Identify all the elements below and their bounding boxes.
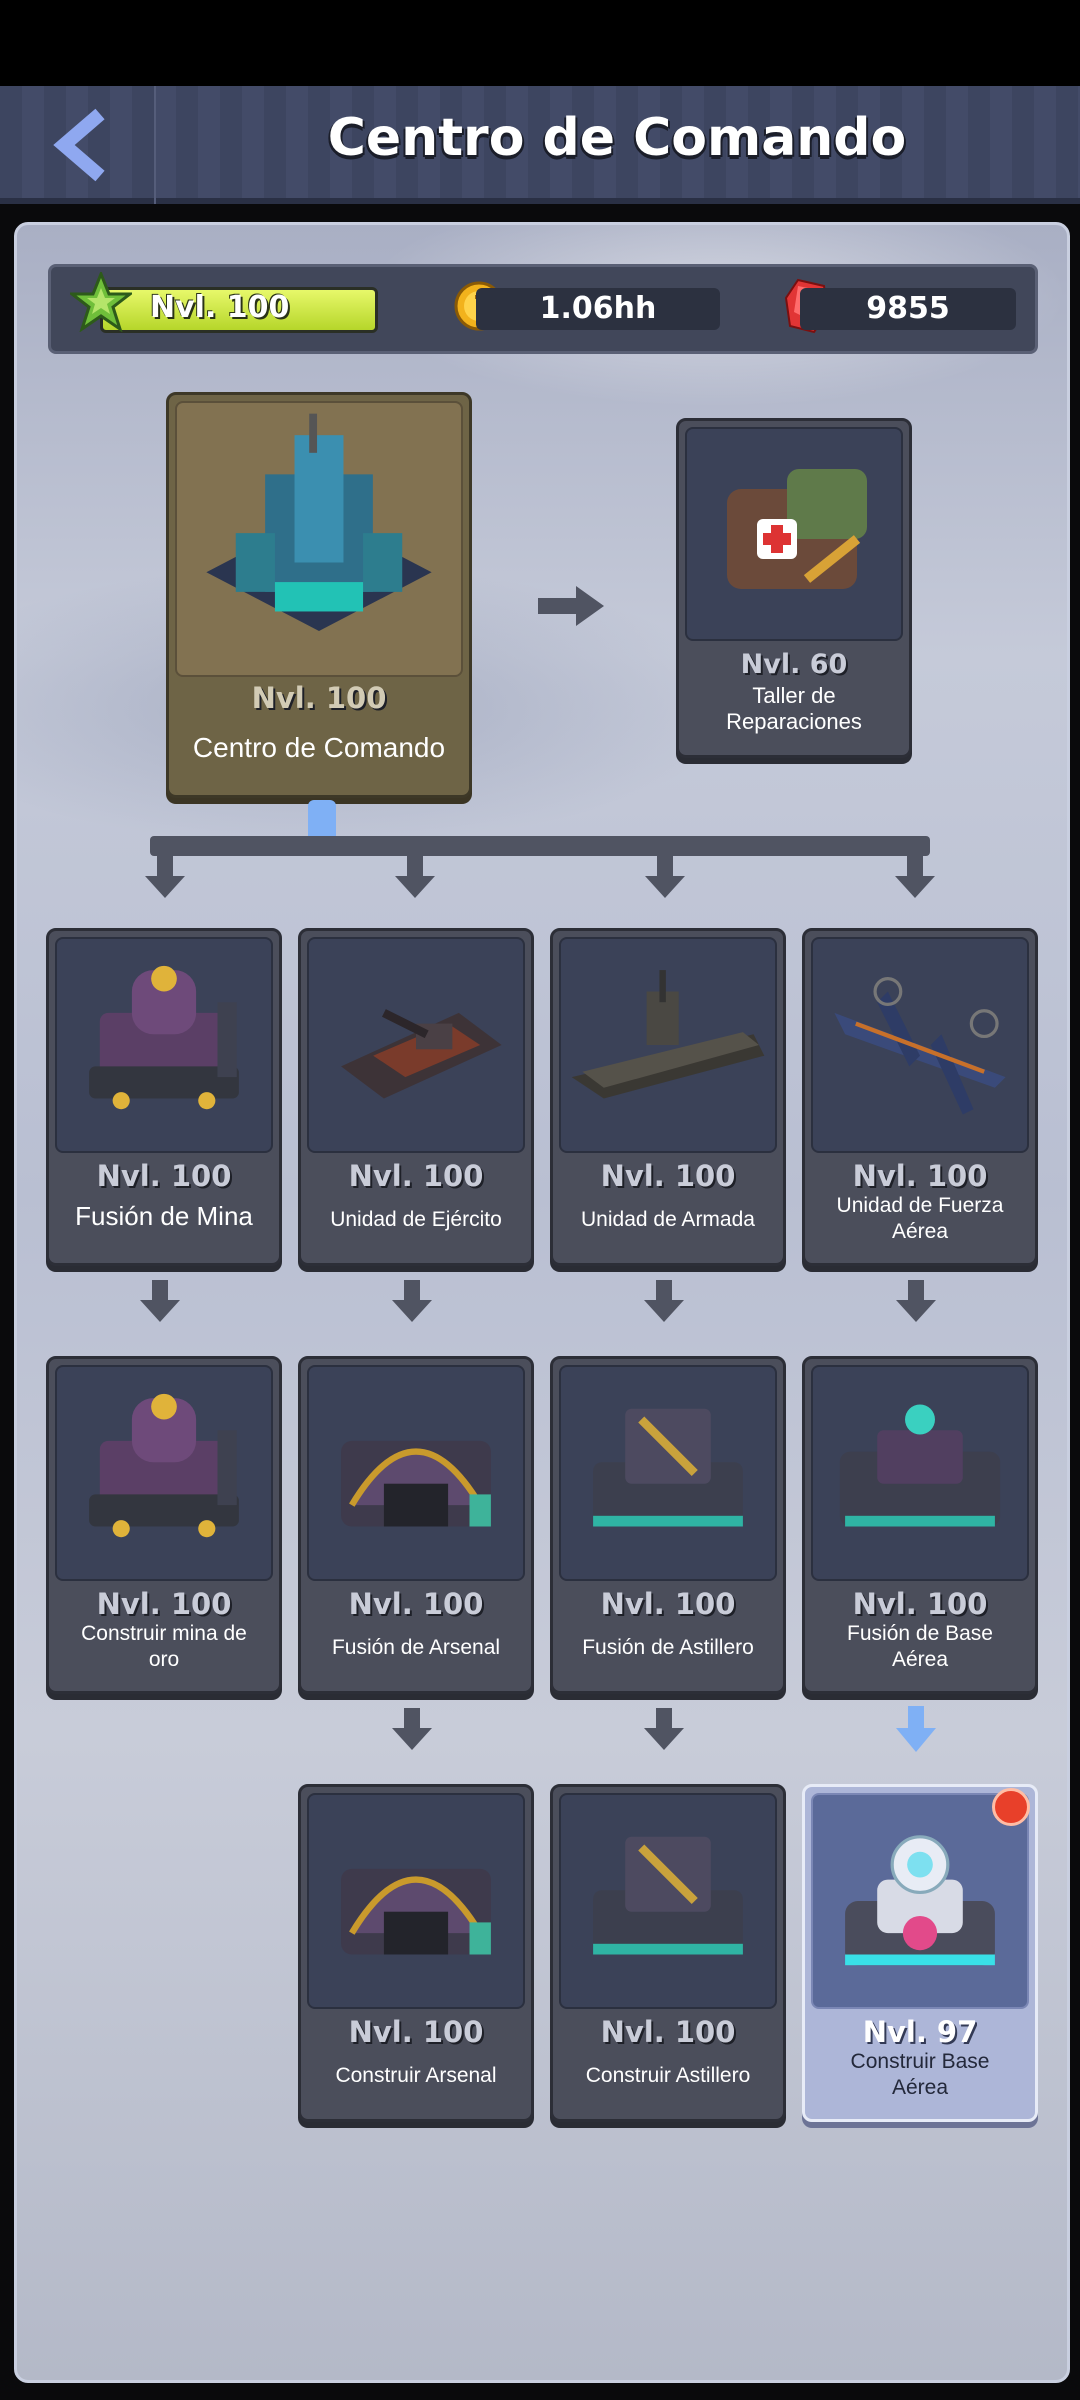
army-unit-card[interactable]: Nvl. 100 Unidad de Ejército — [298, 928, 534, 1266]
connector-node-icon — [308, 800, 336, 842]
navy-unit-level: Nvl. 100 — [600, 1159, 736, 1193]
build-shipyard-level: Nvl. 100 — [600, 2015, 736, 2049]
build-gold-mine-level: Nvl. 100 — [96, 1587, 232, 1621]
command-center-level: Nvl. 100 — [251, 681, 387, 715]
gold-mine-building-icon — [89, 1393, 239, 1538]
build-shipyard-card[interactable]: Nvl. 100 Construir Astillero — [550, 1784, 786, 2122]
airbase-fusion-name-line1: Fusión de Base — [847, 1622, 993, 1645]
command-center-image — [175, 401, 463, 677]
airbase-fusion-image — [811, 1365, 1029, 1581]
navy-unit-card[interactable]: Nvl. 100 Unidad de Armada — [550, 928, 786, 1266]
command-center-card[interactable]: Nvl. 100 Centro de Comando — [166, 392, 472, 798]
command-center-name: Centro de Comando — [192, 732, 446, 763]
down-arrow-icon — [644, 1280, 684, 1322]
aircraft-carrier-icon — [571, 970, 765, 1099]
airforce-unit-level: Nvl. 100 — [852, 1159, 988, 1193]
build-arsenal-name: Construir Arsenal — [335, 2064, 497, 2087]
shipyard-fusion-level: Nvl. 100 — [600, 1587, 736, 1621]
repair-shop-card[interactable]: Nvl. 60 Taller de Reparaciones — [676, 418, 912, 758]
build-gold-mine-name-line1: Construir mina de — [81, 1622, 247, 1645]
arsenal-fusion-card[interactable]: Nvl. 100 Fusión de Arsenal — [298, 1356, 534, 1694]
repair-shop-name-line1: Taller de — [752, 683, 836, 708]
repair-shop-level: Nvl. 60 — [740, 649, 848, 680]
army-unit-image — [307, 937, 525, 1153]
build-gold-mine-card[interactable]: Nvl. 100 Construir mina de oro — [46, 1356, 282, 1694]
build-gold-mine-name-line2: oro — [148, 1648, 180, 1671]
shipyard-building-icon — [561, 1367, 775, 1579]
tank-icon — [341, 1009, 502, 1099]
shipyard-building-icon — [561, 1795, 775, 2007]
build-arsenal-level: Nvl. 100 — [348, 2015, 484, 2049]
command-center-building-icon — [206, 413, 432, 632]
airbase-building-icon — [845, 1835, 995, 1966]
build-arsenal-card[interactable]: Nvl. 100 Construir Arsenal — [298, 1784, 534, 2122]
airbase-fusion-level: Nvl. 100 — [852, 1587, 988, 1621]
navy-unit-image — [559, 937, 777, 1153]
airforce-unit-name-line2: Aérea — [891, 1220, 949, 1243]
navy-unit-name: Unidad de Armada — [581, 1208, 755, 1231]
airbase-building-icon — [839, 1404, 1001, 1527]
down-arrow-icon — [896, 1280, 936, 1322]
repair-shop-name-line2: Reparaciones — [726, 709, 862, 734]
airbase-fusion-card[interactable]: Nvl. 100 Fusión de Base Aérea — [802, 1356, 1038, 1694]
down-arrow-icon — [140, 1280, 180, 1322]
mine-fusion-image — [55, 937, 273, 1153]
build-airbase-card[interactable]: Nvl. 97 Construir Base Aérea — [802, 1784, 1038, 2122]
shipyard-fusion-image — [559, 1365, 777, 1581]
airforce-unit-image — [811, 937, 1029, 1153]
build-shipyard-image — [559, 1793, 777, 2009]
down-arrow-icon — [644, 1708, 684, 1750]
gem-amount: 9855 — [800, 288, 1016, 330]
build-arsenal-image — [307, 1793, 525, 2009]
status-bar — [0, 0, 1080, 86]
airbase-fusion-name-line2: Aérea — [891, 1648, 949, 1671]
airforce-unit-name-line1: Unidad de Fuerza — [836, 1194, 1004, 1217]
airforce-unit-card[interactable]: Nvl. 100 Unidad de Fuerza Aérea — [802, 928, 1038, 1266]
build-shipyard-name: Construir Astillero — [585, 2064, 751, 2087]
arsenal-fusion-level: Nvl. 100 — [348, 1587, 484, 1621]
shipyard-fusion-name: Fusión de Astillero — [582, 1636, 754, 1659]
shipyard-fusion-card[interactable]: Nvl. 100 Fusión de Astillero — [550, 1356, 786, 1694]
gold-amount: 1.06hh — [476, 288, 720, 330]
build-airbase-name-line1: Construir Base — [850, 2050, 990, 2073]
player-level: Nvl. 100 — [150, 290, 290, 325]
back-arrow-icon — [53, 108, 105, 182]
arsenal-building-icon — [309, 1795, 523, 2007]
army-unit-name: Unidad de Ejército — [330, 1208, 502, 1231]
star-icon — [70, 272, 132, 332]
build-airbase-level: Nvl. 97 — [862, 2015, 978, 2049]
mine-fusion-level: Nvl. 100 — [96, 1159, 232, 1193]
down-arrow-icon — [392, 1708, 432, 1750]
aircraft-icon — [834, 977, 1006, 1115]
arsenal-building-icon — [309, 1367, 523, 1579]
build-gold-mine-image — [55, 1365, 273, 1581]
top-bar: Centro de Comando — [0, 86, 1080, 204]
down-arrow-icon — [392, 1280, 432, 1322]
gold-mine-building-icon — [89, 965, 239, 1110]
arsenal-fusion-image — [307, 1365, 525, 1581]
repair-kit-icon — [727, 469, 867, 589]
build-airbase-name-line2: Aérea — [891, 2076, 949, 2099]
down-arrow-active-icon — [896, 1706, 936, 1752]
army-unit-level: Nvl. 100 — [348, 1159, 484, 1193]
notification-dot-icon — [992, 1788, 1030, 1826]
right-arrow-icon — [538, 586, 604, 626]
repair-shop-image — [685, 427, 903, 641]
arsenal-fusion-name: Fusión de Arsenal — [331, 1636, 501, 1659]
back-button[interactable] — [0, 86, 156, 204]
mine-fusion-card[interactable]: Nvl. 100 Fusión de Mina — [46, 928, 282, 1266]
mine-fusion-name: Fusión de Mina — [75, 1201, 253, 1231]
tree-connector — [145, 800, 935, 898]
page-title: Centro de Comando — [327, 108, 907, 168]
build-airbase-image — [811, 1793, 1029, 2009]
